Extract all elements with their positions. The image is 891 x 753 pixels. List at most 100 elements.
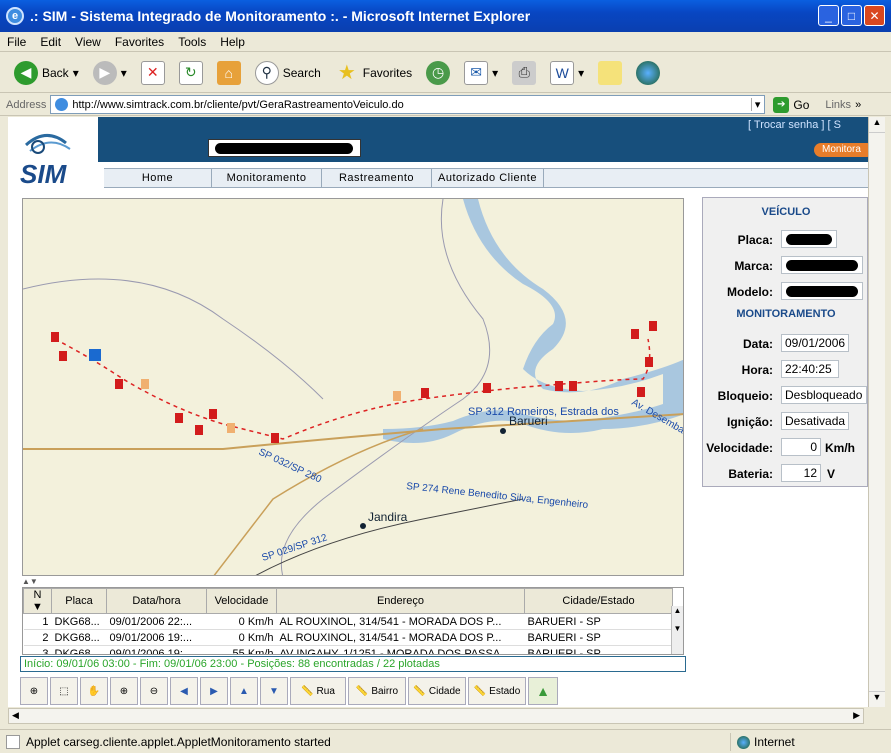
go-button[interactable]: ➔ Go <box>769 95 813 115</box>
map-view[interactable]: SP 312 Romeiros, Estrada dos Barueri Av.… <box>22 198 684 576</box>
globe-icon <box>636 60 661 85</box>
forward-button[interactable]: ▶ ▾ <box>89 59 131 87</box>
center-tool-button[interactable]: ⊕ <box>20 677 48 705</box>
menu-file[interactable]: File <box>0 35 33 49</box>
col-n[interactable]: N ▼ <box>23 588 52 614</box>
scroll-up-icon[interactable]: ▲ <box>869 117 885 133</box>
pan-tool-button[interactable]: ✋ <box>80 677 108 705</box>
word-icon: W <box>550 60 575 85</box>
pan-right-button[interactable]: ▶ <box>200 677 228 705</box>
main-nav: Home Monitoramento Rastreamento Autoriza… <box>104 168 868 188</box>
col-datahora[interactable]: Data/hora <box>106 588 207 614</box>
start-marker-icon <box>89 349 101 361</box>
menu-view[interactable]: View <box>68 35 108 49</box>
address-input[interactable]: http://www.simtrack.com.br/cliente/pvt/G… <box>50 95 766 114</box>
sim-logo: SIM <box>16 127 96 189</box>
border-line <box>23 278 324 400</box>
bateria-value: 12 <box>781 464 821 482</box>
zoom-rua-button[interactable]: 📏 Rua <box>290 677 346 705</box>
refresh-button[interactable]: ↻ <box>175 59 207 87</box>
back-button[interactable]: ◀ Back ▾ <box>10 59 83 87</box>
col-cidade[interactable]: Cidade/Estado <box>524 588 673 614</box>
home-button[interactable]: ⌂ <box>213 59 245 87</box>
stop-icon: ✕ <box>140 60 165 85</box>
print-button[interactable]: ⎙ <box>508 59 540 87</box>
horizontal-scrollbar[interactable]: ◀ ▶ <box>8 708 864 724</box>
nav-rastreamento[interactable]: Rastreamento <box>322 169 432 187</box>
col-velocidade[interactable]: Velocidade <box>206 588 277 614</box>
scroll-left-icon[interactable]: ◀ <box>12 710 19 721</box>
ignicao-value: Desativada <box>781 412 849 430</box>
menu-tools[interactable]: Tools <box>171 35 213 49</box>
pan-left-button[interactable]: ◀ <box>170 677 198 705</box>
zoom-in-button[interactable]: ⊕ <box>110 677 138 705</box>
vertical-scrollbar[interactable]: ▲ ▼ <box>868 117 885 707</box>
edit-button[interactable]: W ▾ <box>546 59 588 87</box>
links-chevron-icon[interactable]: » <box>855 99 861 111</box>
menu-help[interactable]: Help <box>213 35 252 49</box>
toolbar: ◀ Back ▾ ▶ ▾ ✕ ↻ ⌂ ⚲ Search ★ Favorites ◷ ✉… <box>0 53 891 93</box>
select-tool-button[interactable]: ⬚ <box>50 677 78 705</box>
col-placa[interactable]: Placa <box>51 588 107 614</box>
nav-home[interactable]: Home <box>104 169 212 187</box>
data-value: 09/01/2006 <box>781 334 849 352</box>
map-label-sp032: SP 032/SP 280 <box>257 447 324 486</box>
maximize-button[interactable]: □ <box>841 5 862 26</box>
note-icon <box>598 60 623 85</box>
back-arrow-icon: ◀ <box>14 60 38 85</box>
zoom-out-button[interactable]: ⊖ <box>140 677 168 705</box>
minimize-button[interactable]: _ <box>818 5 839 26</box>
table-row[interactable]: 1 DKG68... 09/01/2006 22:... 0 Km/h AL ROUXI… <box>23 613 673 630</box>
zoom-cidade-button[interactable]: 📏 Cidade <box>408 677 466 705</box>
pan-up-button[interactable]: ▲ <box>230 677 258 705</box>
star-icon: ★ <box>337 62 356 84</box>
address-label: Address <box>6 98 47 111</box>
ruler-icon: 📏 <box>413 685 426 697</box>
zoom-in-icon: ⊕ <box>119 685 129 697</box>
nav-monitoramento[interactable]: Monitoramento <box>212 169 322 187</box>
header-links[interactable]: [ Trocar senha ] [ S <box>748 119 841 131</box>
favorites-button[interactable]: ★ Favorites <box>331 59 416 87</box>
title-bar: e .: SIM - Sistema Integrado de Monitora… <box>0 0 891 32</box>
table-scrollbar[interactable]: ▲ ▼ <box>671 606 683 654</box>
pan-down-button[interactable]: ▼ <box>260 677 288 705</box>
col-endereco[interactable]: Endereço <box>276 588 525 614</box>
selection-box-icon: ⬚ <box>59 685 69 697</box>
zoom-estado-button[interactable]: 📏 Estado <box>468 677 526 705</box>
zoom-bairro-button[interactable]: 📏 Bairro <box>348 677 406 705</box>
table-row[interactable]: 2 DKG68... 09/01/2006 19:... 0 Km/h AL ROUXI… <box>23 629 673 646</box>
placa-value <box>781 230 837 248</box>
stop-button[interactable]: ✕ <box>137 59 169 87</box>
history-button[interactable]: ◷ <box>422 59 454 87</box>
table-row[interactable]: 3 DKG68... 09/01/2006 19:... 55 Km/h AV INGA… <box>23 645 673 654</box>
monitor-button[interactable]: Monitora <box>814 143 868 157</box>
monitor-section-title: MONITORAMENTO <box>736 308 836 320</box>
crosshair-icon: ⊕ <box>29 685 39 697</box>
splitter-arrows-icon[interactable]: ▲▼ <box>22 577 38 586</box>
address-dropdown-icon[interactable]: ▾ <box>750 98 760 111</box>
mail-button[interactable]: ✉ ▾ <box>460 59 502 87</box>
arrow-right-icon: ▶ <box>210 685 218 697</box>
menu-edit[interactable]: Edit <box>33 35 68 49</box>
nav-autorizado-cliente[interactable]: Autorizado Cliente <box>432 169 544 187</box>
country-map-button[interactable]: ▲ <box>528 677 558 705</box>
ie-icon: e <box>6 7 24 25</box>
brazil-map-icon: ▲ <box>536 683 550 699</box>
velocidade-value: 0 <box>781 438 821 456</box>
links-label[interactable]: Links <box>825 99 851 111</box>
map-canvas: SP 312 Romeiros, Estrada dos Barueri Av.… <box>23 199 683 575</box>
mail-icon: ✉ <box>464 60 489 85</box>
scroll-down-icon[interactable]: ▼ <box>869 691 885 707</box>
hora-value: 22:40:25 <box>781 360 839 378</box>
modelo-value <box>781 282 863 300</box>
search-button[interactable]: ⚲ Search <box>251 59 325 87</box>
marca-label: Marca: <box>734 259 773 273</box>
menu-favorites[interactable]: Favorites <box>108 35 171 49</box>
status-bar: Applet carseg.cliente.applet.AppletMonit… <box>0 729 891 753</box>
close-button[interactable]: ✕ <box>864 5 885 26</box>
data-label: Data: <box>742 337 773 351</box>
discuss-button[interactable] <box>594 59 626 87</box>
messenger-button[interactable] <box>632 59 664 87</box>
history-icon: ◷ <box>426 60 451 85</box>
scroll-right-icon[interactable]: ▶ <box>853 710 860 721</box>
